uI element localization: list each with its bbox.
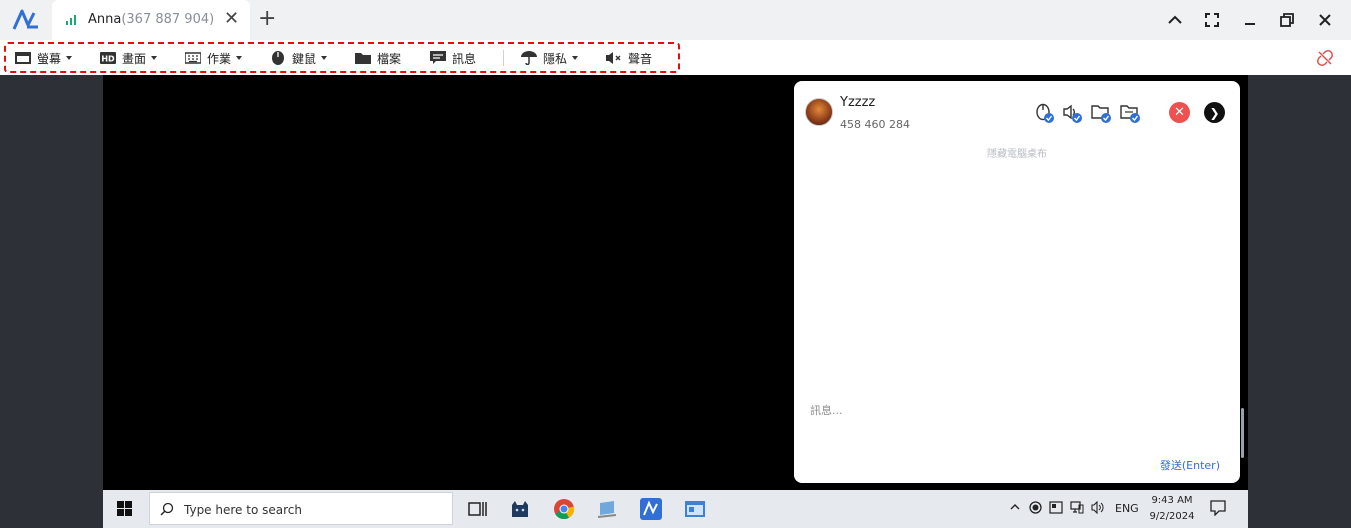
collapse-toolbar-button[interactable] bbox=[1163, 8, 1187, 32]
caret-down-icon bbox=[151, 56, 158, 60]
toolbar-actions-menu[interactable]: 作業 bbox=[185, 49, 243, 67]
chat-icon bbox=[430, 51, 446, 64]
remote-taskbar: Type here to search ENG bbox=[103, 490, 1248, 528]
windows-start-icon[interactable] bbox=[117, 501, 132, 516]
minimize-icon bbox=[1245, 23, 1255, 25]
toolbar-label: 螢幕 bbox=[37, 51, 62, 66]
close-tab-icon[interactable]: ✕ bbox=[224, 8, 239, 29]
send-button[interactable]: 發送(Enter) bbox=[1160, 457, 1220, 473]
unlink-icon[interactable] bbox=[1317, 50, 1333, 66]
privacy-hint: 隱藏電腦桌布 bbox=[987, 149, 1047, 160]
search-placeholder: Type here to search bbox=[184, 503, 302, 517]
chrome-icon[interactable] bbox=[552, 497, 576, 521]
close-icon: ✕ bbox=[1174, 105, 1185, 120]
caret-down-icon bbox=[572, 56, 579, 60]
partner-id: 458 460 284 bbox=[840, 118, 910, 131]
end-session-button[interactable]: ✕ bbox=[1169, 102, 1190, 123]
toolbar-label: 鍵鼠 bbox=[292, 51, 317, 66]
audio-permission-icon[interactable] bbox=[1062, 103, 1084, 125]
scrollbar[interactable] bbox=[1241, 408, 1244, 458]
avatar bbox=[805, 98, 833, 126]
monitor-icon bbox=[15, 52, 31, 64]
clock-time: 9:43 AM bbox=[1151, 495, 1193, 506]
chevron-up-icon bbox=[1168, 15, 1182, 24]
tab-title: Anna(367 887 904) bbox=[88, 12, 214, 27]
toolbar-input-menu[interactable]: 鍵鼠 bbox=[270, 49, 328, 67]
fullscreen-button[interactable] bbox=[1200, 8, 1224, 32]
clipboard-permission-icon[interactable] bbox=[1120, 103, 1142, 125]
toolbar-monitor-menu[interactable]: 螢幕 bbox=[15, 49, 73, 67]
window-app-icon[interactable] bbox=[683, 497, 707, 521]
toolbar-display-menu[interactable]: HD 畫面 bbox=[100, 49, 158, 67]
caret-down-icon bbox=[66, 56, 73, 60]
toolbar-message-button[interactable]: 訊息 bbox=[430, 49, 476, 67]
tray-chevron-up-icon[interactable] bbox=[1009, 501, 1021, 513]
toolbar-file-button[interactable]: 檔案 bbox=[355, 49, 401, 67]
keyboard-icon bbox=[185, 52, 201, 64]
caret-down-icon bbox=[236, 56, 243, 60]
anyviewer-taskbar-icon[interactable] bbox=[639, 497, 663, 521]
restore-icon bbox=[1280, 13, 1294, 27]
close-icon bbox=[1319, 14, 1331, 26]
taskbar-clock[interactable]: 9:43 AM 9/2/2024 bbox=[1147, 493, 1197, 525]
toolbar-label: 畫面 bbox=[122, 51, 147, 66]
new-tab-button[interactable]: + bbox=[258, 6, 276, 31]
minimize-button[interactable] bbox=[1238, 8, 1262, 32]
volume-icon[interactable] bbox=[1091, 501, 1105, 514]
hd-icon: HD bbox=[100, 52, 116, 64]
app-logo-icon bbox=[12, 9, 38, 30]
toolbar-sound-button[interactable]: 聲音 bbox=[606, 49, 652, 67]
tab-device-id: (367 887 904) bbox=[121, 12, 215, 27]
file-permission-icon[interactable] bbox=[1091, 103, 1113, 125]
record-icon[interactable] bbox=[1029, 501, 1042, 514]
fullscreen-icon bbox=[1205, 13, 1219, 27]
toolbar-privacy-menu[interactable]: 隱私 bbox=[521, 49, 579, 67]
close-window-button[interactable] bbox=[1313, 8, 1337, 32]
toolbar-divider bbox=[503, 50, 504, 66]
tray-app-icon[interactable] bbox=[1049, 501, 1063, 514]
toolbar-label: 隱私 bbox=[543, 51, 568, 66]
clock-date: 9/2/2024 bbox=[1149, 511, 1195, 522]
svg-text:HD: HD bbox=[101, 55, 115, 64]
tab-name: Anna bbox=[88, 12, 122, 27]
language-indicator[interactable]: ENG bbox=[1115, 502, 1139, 515]
network-icon[interactable] bbox=[1070, 501, 1084, 514]
session-tab[interactable]: Anna(367 887 904) ✕ bbox=[52, 0, 250, 40]
message-input[interactable] bbox=[810, 404, 1110, 417]
task-view-icon[interactable] bbox=[465, 497, 489, 521]
expand-panel-button[interactable]: ❯ bbox=[1204, 102, 1225, 123]
restore-button[interactable] bbox=[1275, 8, 1299, 32]
folder-icon bbox=[355, 53, 371, 64]
notification-icon[interactable] bbox=[1210, 500, 1226, 516]
mouse-icon bbox=[272, 51, 284, 65]
search-icon bbox=[160, 502, 174, 516]
caret-down-icon bbox=[321, 56, 328, 60]
title-bar: Anna(367 887 904) ✕ + bbox=[0, 0, 1351, 40]
partner-name: Yzzzz bbox=[840, 95, 876, 110]
toolbar-label: 作業 bbox=[207, 51, 232, 66]
mouse-permission-icon[interactable] bbox=[1034, 103, 1056, 125]
mute-icon bbox=[606, 52, 621, 64]
chevron-right-icon: ❯ bbox=[1209, 105, 1220, 120]
chat-panel: Yzzzz 458 460 284 ✕ ❯ 隱藏電腦桌布 發送(Enter) bbox=[794, 81, 1240, 483]
umbrella-icon bbox=[521, 51, 537, 65]
taskbar-search[interactable]: Type here to search bbox=[149, 492, 453, 525]
signal-icon bbox=[66, 15, 76, 25]
remote-desktop-icon[interactable] bbox=[596, 497, 620, 521]
remote-toolbar: 螢幕 HD 畫面 作業 鍵鼠 檔案 訊息 隱私 聲音 bbox=[0, 40, 1351, 75]
cat-app-icon[interactable] bbox=[508, 497, 532, 521]
toolbar-label: 檔案 bbox=[377, 51, 402, 66]
toolbar-label: 聲音 bbox=[628, 51, 653, 66]
toolbar-label: 訊息 bbox=[452, 51, 477, 66]
